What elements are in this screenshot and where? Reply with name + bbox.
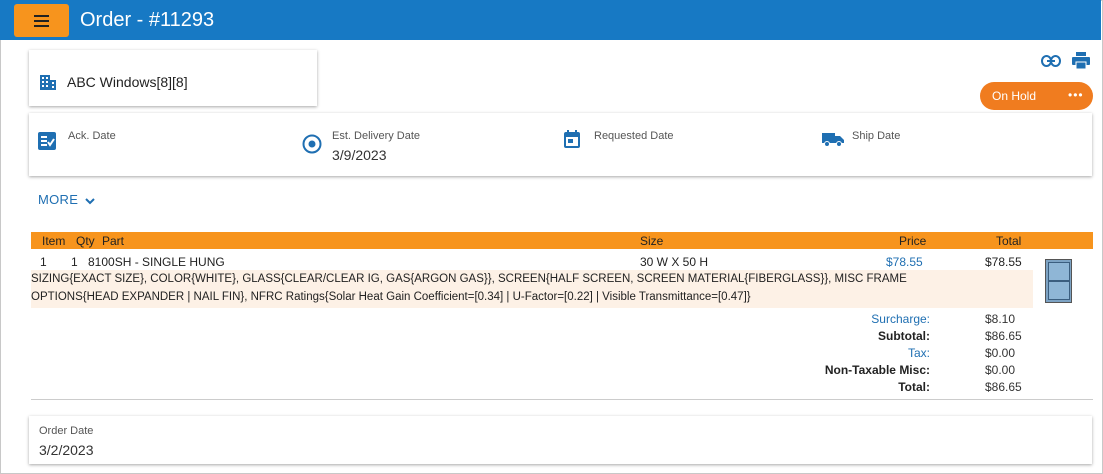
tax-value: $0.00	[985, 346, 1016, 360]
surcharge-value: $8.10	[985, 312, 1016, 326]
subtotal-value: $86.65	[985, 329, 1022, 343]
order-date-value: 3/2/2023	[39, 442, 94, 458]
status-badge[interactable]: On Hold •••	[980, 82, 1093, 110]
est-delivery-value: 3/9/2023	[332, 147, 387, 163]
more-options-icon[interactable]: •••	[1068, 88, 1084, 102]
target-icon	[302, 134, 322, 154]
row-qty: 1	[71, 255, 78, 269]
print-icon[interactable]	[1072, 52, 1090, 69]
table-header: Item Qty Part Size Price Total	[31, 232, 1093, 249]
status-label: On Hold	[992, 89, 1037, 103]
summary-non-taxable: Non-Taxable Misc: $0.00	[0, 363, 1103, 379]
tax-link[interactable]: Tax:	[908, 346, 930, 360]
header-price: Price	[899, 234, 927, 248]
menu-icon	[34, 15, 49, 17]
summary-total: Total: $86.65	[0, 380, 1103, 396]
row-item: 1	[40, 255, 47, 269]
row-options: SIZING{EXACT SIZE}, COLOR{WHITE}, GLASS{…	[31, 270, 1033, 308]
header-part: Part	[102, 234, 125, 248]
table-row[interactable]: 1 1 8100SH - SINGLE HUNG 30 W X 50 H $78…	[31, 253, 1093, 270]
dates-card: Ack. Date Est. Delivery Date 3/9/2023 Re…	[29, 113, 1092, 176]
row-options-line-2: OPTIONS{HEAD EXPANDER | NAIL FIN}, NFRC …	[31, 291, 751, 303]
header-qty: Qty	[76, 234, 95, 248]
top-bar: Order - #11293	[0, 0, 1101, 40]
summary-subtotal: Subtotal: $86.65	[0, 329, 1103, 345]
row-part: 8100SH - SINGLE HUNG	[88, 255, 225, 269]
company-card[interactable]: ABC Windows[8][8]	[29, 50, 317, 106]
truck-icon	[822, 133, 844, 147]
ack-checklist-icon	[38, 132, 56, 150]
menu-icon-bar	[34, 20, 49, 22]
row-price-link[interactable]: $78.55	[886, 255, 923, 269]
total-label: Total:	[898, 380, 930, 394]
company-name[interactable]: ABC Windows[8][8]	[67, 74, 188, 90]
order-date-label: Order Date	[39, 425, 94, 437]
non-taxable-value: $0.00	[985, 363, 1016, 377]
surcharge-link[interactable]: Surcharge:	[871, 312, 930, 326]
subtotal-label: Subtotal:	[878, 329, 930, 343]
summary-surcharge: Surcharge: $8.10	[0, 312, 1103, 328]
row-options-line-1: SIZING{EXACT SIZE}, COLOR{WHITE}, GLASS{…	[31, 273, 907, 285]
chevron-down-icon	[85, 197, 95, 204]
summary-tax: Tax: $0.00	[0, 346, 1103, 362]
order-summary: Surcharge: $8.10 Subtotal: $86.65 Tax: $…	[0, 312, 1103, 398]
menu-button[interactable]	[14, 4, 69, 37]
page-title: Order - #11293	[80, 9, 215, 31]
building-icon	[40, 75, 56, 90]
non-taxable-label: Non-Taxable Misc:	[824, 363, 930, 377]
total-value: $86.65	[985, 380, 1022, 394]
window-pane-bottom	[1048, 281, 1070, 300]
row-size: 30 W X 50 H	[640, 255, 709, 269]
order-date-card: Order Date 3/2/2023	[29, 416, 1092, 464]
est-delivery-label: Est. Delivery Date	[332, 130, 421, 142]
window-pane-top	[1048, 262, 1070, 281]
header-item: Item	[42, 234, 66, 248]
ship-date-label: Ship Date	[852, 130, 901, 142]
window-thumbnail[interactable]	[1045, 259, 1072, 303]
link-icon[interactable]	[1041, 55, 1061, 67]
menu-icon-bar	[34, 25, 49, 27]
row-total: $78.55	[985, 255, 1022, 269]
more-toggle[interactable]: MORE	[38, 192, 96, 207]
ack-date-label: Ack. Date	[68, 130, 116, 142]
header-size: Size	[640, 234, 664, 248]
header-total: Total	[996, 234, 1022, 248]
calendar-icon	[564, 130, 580, 148]
more-toggle-label: MORE	[38, 192, 79, 207]
requested-date-label: Requested Date	[594, 130, 674, 142]
divider	[31, 399, 1093, 400]
